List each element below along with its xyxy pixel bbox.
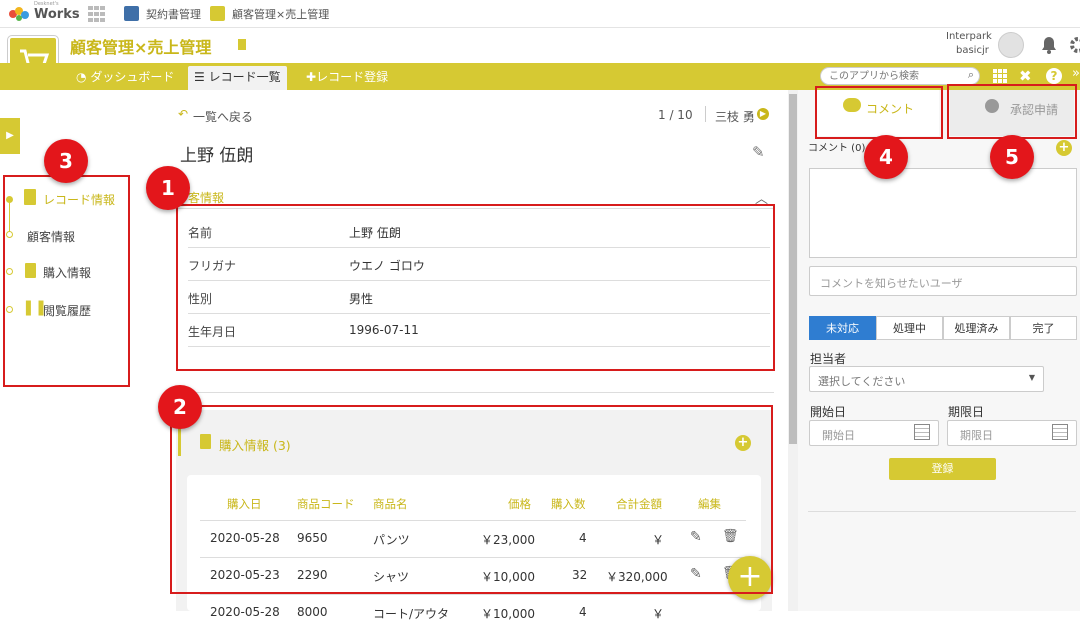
tools-icon[interactable]: ✖ [1019, 67, 1032, 85]
assignee-placeholder: 選択してください [818, 375, 906, 388]
tab-register-label: レコード登録 [316, 70, 389, 84]
cell-date: 2020-05-28 [210, 605, 280, 619]
status-pending[interactable]: 未対応 [809, 316, 876, 340]
annotation-badge-3: 3 [44, 139, 88, 183]
record-owner[interactable]: 三枝 勇 [715, 108, 755, 125]
annotation-box-5 [947, 84, 1077, 139]
assignee-select[interactable]: 選択してください ▼ [809, 366, 1044, 392]
next-record-icon[interactable]: ▶ [757, 108, 769, 120]
search-icon[interactable]: ⌕ [968, 68, 974, 82]
due-date-placeholder: 期限日 [960, 429, 993, 442]
search-input[interactable] [829, 69, 959, 83]
cell-total: ￥ [652, 607, 665, 621]
record-name: 上野 伍朗 [180, 146, 254, 166]
annotation-box-1 [176, 204, 775, 371]
start-date-label: 開始日 [810, 405, 847, 419]
tab-dashboard-label: ダッシュボード [90, 70, 175, 84]
annotation-badge-5: 5 [990, 135, 1034, 179]
tab-records[interactable]: ☰ レコード一覧 [188, 66, 287, 90]
status-pending-label: 未対応 [826, 322, 859, 335]
submit-button[interactable]: 登録 [889, 458, 996, 480]
bell-icon[interactable] [1041, 36, 1057, 54]
status-in-progress[interactable]: 処理中 [876, 316, 943, 340]
tab-register[interactable]: ✚レコード登録 [300, 66, 394, 90]
annotation-box-2 [170, 405, 773, 594]
bookmark-icon[interactable] [238, 39, 246, 50]
scrollbar-thumb[interactable] [789, 94, 797, 444]
cell-price: ￥10,000 [481, 607, 535, 621]
back-arrow-icon[interactable]: ↶ [178, 107, 188, 121]
cell-code: 8000 [297, 605, 328, 619]
back-link[interactable]: 一覧へ戻る [193, 108, 253, 125]
calendar-icon[interactable] [1052, 424, 1068, 440]
start-date-field[interactable]: 開始日 [809, 420, 939, 446]
pager: 1 / 10 [658, 108, 693, 122]
status-in-progress-label: 処理中 [893, 322, 926, 335]
annotation-box-3 [3, 175, 130, 387]
chevron-down-icon: ▼ [1028, 373, 1035, 382]
expand-panel-button[interactable]: ▶ [0, 118, 20, 154]
divider [705, 106, 706, 122]
tab-records-label: レコード一覧 [208, 70, 281, 84]
table-row: 2020-05-28 8000 コート/アウタ ￥10,000 4 ￥ [200, 595, 746, 632]
search-box[interactable]: ⌕ [820, 67, 980, 85]
plus-icon: ✚ [306, 70, 317, 84]
help-icon[interactable]: ? [1046, 68, 1062, 84]
crumb-contract[interactable]: 契約書管理 [146, 6, 201, 22]
status-complete[interactable]: 完了 [1010, 316, 1077, 340]
due-date-field[interactable]: 期限日 [947, 420, 1077, 446]
assignee-label: 担当者 [810, 352, 847, 366]
status-processed-label: 処理済み [954, 322, 999, 335]
grid-view-icon[interactable] [993, 69, 1008, 84]
scrollbar[interactable] [788, 90, 798, 611]
section-divider [176, 392, 774, 393]
cell-qty: 4 [579, 605, 587, 619]
works-logo-icon[interactable] [8, 6, 30, 22]
contract-app-icon[interactable] [124, 6, 139, 21]
annotation-badge-4: 4 [864, 135, 908, 179]
cell-name: コート/アウタ [373, 607, 450, 621]
edit-pencil-icon[interactable]: ✎ [752, 143, 765, 161]
due-date-label: 期限日 [948, 405, 985, 419]
brand-name[interactable]: Works [34, 7, 80, 22]
collapse-icon[interactable]: » [1072, 66, 1080, 81]
avatar[interactable] [998, 32, 1024, 58]
start-date-placeholder: 開始日 [822, 429, 855, 442]
customer-app-icon[interactable] [210, 6, 225, 21]
annotation-badge-2: 2 [158, 385, 202, 429]
submit-button-label: 登録 [931, 462, 954, 475]
notify-placeholder: コメントを知らせたいユーザ [820, 277, 963, 290]
annotation-badge-1: 1 [146, 166, 190, 210]
top-bar: Desknet's Works 契約書管理 顧客管理×売上管理 [0, 0, 1080, 28]
comment-textarea[interactable] [809, 168, 1077, 258]
panel-divider [808, 511, 1076, 512]
comment-count: コメント (0) [808, 143, 866, 154]
user-org: Interpark [946, 31, 992, 42]
app-grid-icon[interactable] [88, 6, 106, 22]
add-comment-icon[interactable]: + [1056, 140, 1072, 156]
user-id: basicjr [956, 45, 989, 56]
gear-icon[interactable] [1069, 36, 1080, 54]
annotation-box-4 [815, 86, 943, 139]
app-title: 顧客管理×売上管理 [70, 38, 212, 57]
tab-dashboard[interactable]: ◔ ダッシュボード [70, 66, 180, 90]
status-processed[interactable]: 処理済み [943, 316, 1010, 340]
notify-user-field[interactable]: コメントを知らせたいユーザ [809, 266, 1077, 296]
dashboard-icon: ◔ [76, 70, 87, 84]
list-icon: ☰ [194, 70, 205, 84]
crumb-customer[interactable]: 顧客管理×売上管理 [232, 6, 329, 22]
status-complete-label: 完了 [1032, 322, 1055, 335]
calendar-icon[interactable] [914, 424, 930, 440]
